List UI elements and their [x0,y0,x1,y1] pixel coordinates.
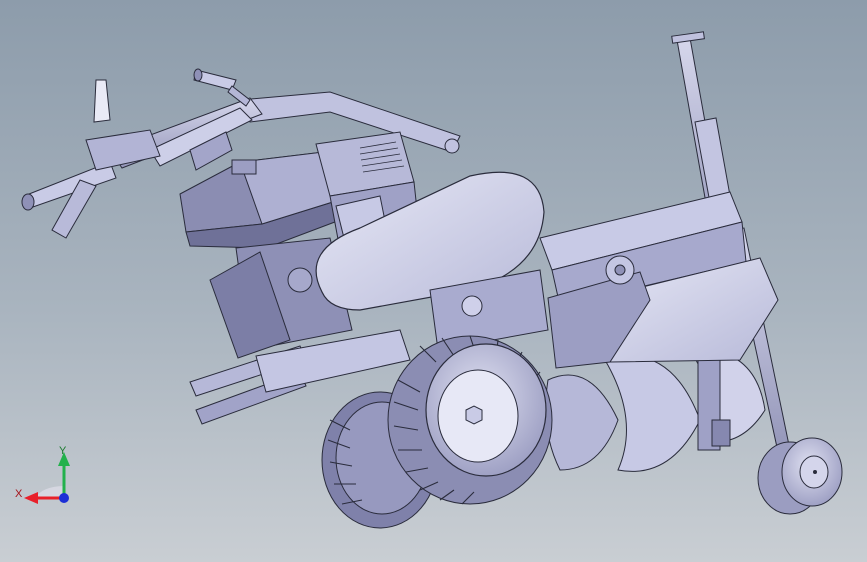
cad-viewport[interactable]: Y X [0,0,867,562]
coordinate-triad: Y X [15,445,70,504]
tiller-tines [545,349,766,472]
y-axis-label: Y [59,445,67,457]
x-axis-label: X [15,488,23,500]
x-axis-arrowhead [24,492,38,504]
cad-model-render[interactable]: Y X [0,0,867,562]
front-drive-wheel [387,335,553,505]
gauge-wheel [757,437,843,515]
z-axis-dot [59,493,69,503]
